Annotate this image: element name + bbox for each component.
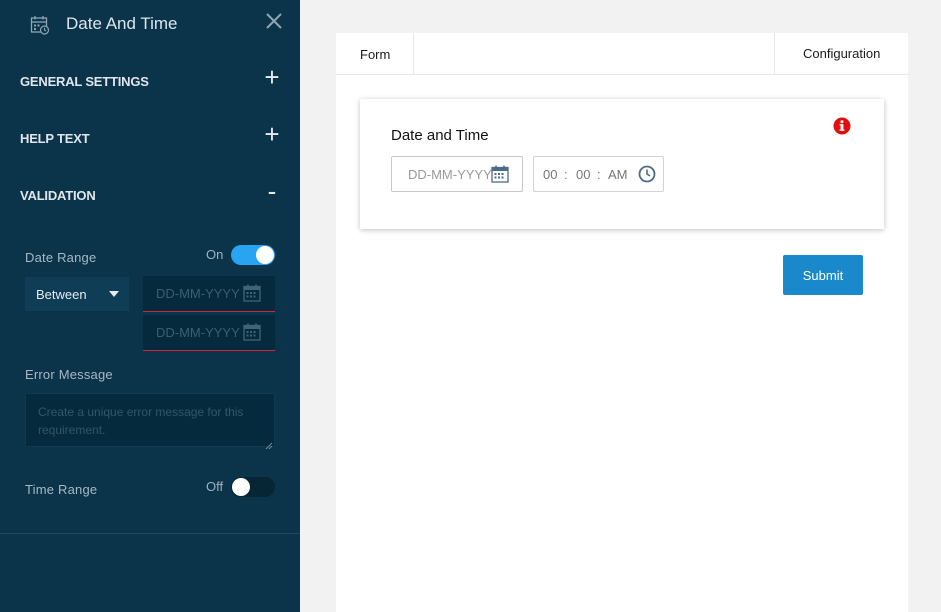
calendar-icon[interactable] [243,323,261,346]
resize-grip-icon[interactable] [265,437,273,450]
error-message-textarea[interactable]: Create a unique error message for this r… [25,393,275,450]
time-input: 00 : 00 : AM [533,156,664,192]
date-range-end-input[interactable]: DD-MM-YYYY [143,315,275,351]
form-canvas: Form Configuration Date and Time DD-MM-Y… [336,33,908,612]
time-range-toggle[interactable] [231,477,275,497]
placeholder: Create a unique error message for this r… [38,405,244,437]
expand-icon[interactable]: + [262,64,282,90]
sidebar-header: Date And Time [0,0,300,48]
time-range-label: Time Range [25,482,98,497]
date-range-toggle[interactable] [231,245,275,265]
submit-button[interactable]: Submit [783,255,863,295]
meridiem-field[interactable]: AM [608,167,628,182]
calendar-icon[interactable] [243,284,261,307]
hour-field[interactable]: 00 [543,167,557,182]
section-general-settings[interactable]: GENERAL SETTINGS + [0,62,300,102]
date-range-state-text: On [206,247,224,262]
calendar-clock-icon [30,15,50,40]
date-range-operator-select[interactable]: Between [25,277,129,311]
date-range-label: Date Range [25,250,97,265]
date-range-start-input[interactable]: DD-MM-YYYY [143,276,275,312]
close-icon[interactable] [264,11,284,31]
time-range-state-text: Off [206,479,224,494]
sidebar-title: Date And Time [66,14,178,33]
section-label: GENERAL SETTINGS [20,74,149,89]
caret-down-icon [109,291,119,297]
time-separator: : [564,167,568,182]
tab-label: Form [360,47,391,62]
clock-icon[interactable] [638,165,656,188]
settings-sidebar: Date And Time GENERAL SETTINGS + HELP TE… [0,0,300,612]
expand-icon[interactable]: + [262,121,282,147]
section-label: VALIDATION [20,188,96,203]
section-validation[interactable]: VALIDATION - [0,176,300,216]
time-separator: : [597,167,601,182]
calendar-icon[interactable] [491,165,509,188]
placeholder: DD-MM-YYYY [156,325,240,340]
tab-label: Configuration [803,46,881,61]
select-value: Between [36,287,87,302]
date-time-field-card[interactable]: Date and Time DD-MM-YYYY 00: 00: AM [360,99,884,229]
section-label: HELP TEXT [20,131,90,146]
sidebar-divider [0,533,300,534]
tab-bar: Form Configuration [336,33,908,75]
info-icon[interactable] [833,117,851,140]
section-help-text[interactable]: HELP TEXT + [0,119,300,159]
date-input[interactable]: DD-MM-YYYY [391,156,523,192]
error-message-label: Error Message [25,367,113,382]
placeholder: DD-MM-YYYY [156,286,240,301]
tab-configuration[interactable]: Configuration [774,33,908,75]
collapse-icon[interactable]: - [262,178,282,204]
tab-form[interactable]: Form [336,33,414,75]
minute-field[interactable]: 00 [576,167,590,182]
placeholder: DD-MM-YYYY [408,167,492,182]
field-title: Date and Time [391,127,489,144]
